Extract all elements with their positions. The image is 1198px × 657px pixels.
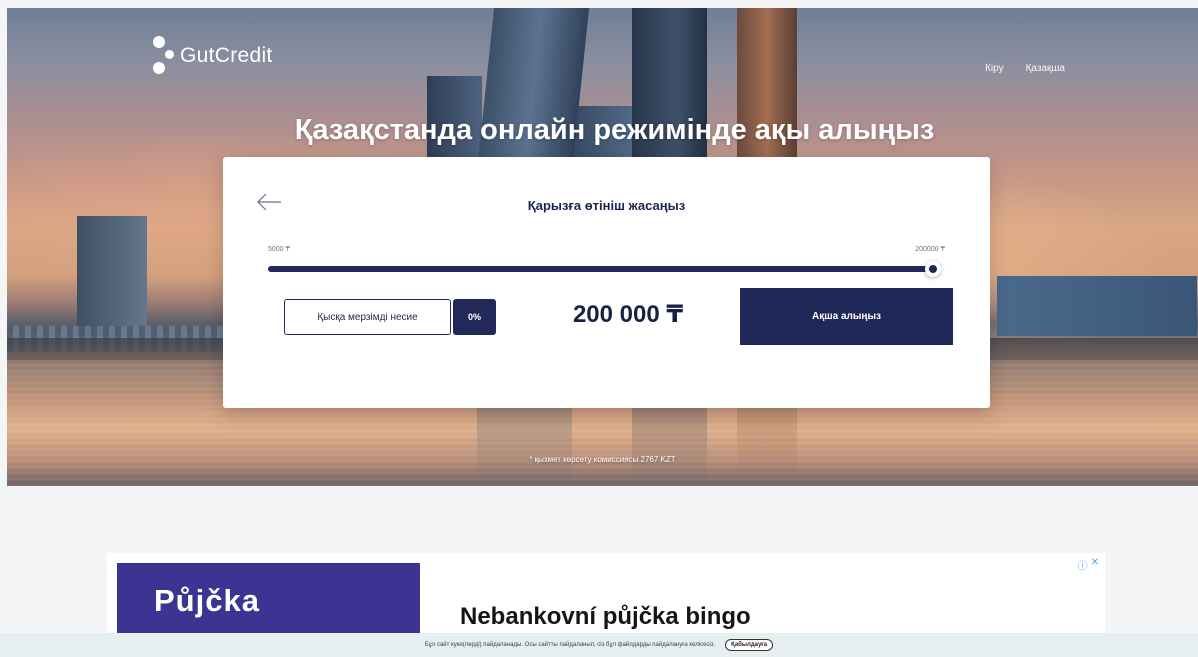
amount-slider-handle[interactable] [925, 261, 941, 277]
ad-headline[interactable]: Nebankovní půjčka bingo [460, 603, 751, 631]
commission-note: * қызмет көрсету комиссиясы 2767 KZT [529, 455, 676, 464]
hero-title: Қазақстанда онлайн режимінде ақы алыңыз [294, 114, 935, 146]
loan-type-button[interactable]: Қысқа мерзімді несие [284, 299, 451, 335]
building [77, 216, 147, 336]
cookie-text: Бұл сайт куки(лерді) пайдаланады. Осы са… [424, 642, 716, 648]
loan-application-card: Қарызға өтініш жасаңыз 5000 ₸ 200000 ₸ Қ… [223, 157, 990, 408]
info-icon[interactable]: ⓘ [1078, 557, 1088, 572]
cookie-bar: Бұл сайт куки(лерді) пайдаланады. Осы са… [0, 633, 1198, 657]
logo-dots-icon [148, 36, 174, 76]
amount-slider-track[interactable] [268, 266, 940, 272]
language-switch-link[interactable]: Қазақша [1026, 63, 1065, 74]
brand-name: GutCredit [180, 44, 273, 67]
ad-image-text: Půjčka [154, 583, 260, 618]
loan-amount: 200 000 ₸ [572, 301, 684, 328]
rate-badge: 0% [453, 299, 496, 335]
range-min-label: 5000 ₸ [268, 246, 290, 253]
login-link[interactable]: Кіру [985, 63, 1004, 74]
range-max-label: 200000 ₸ [915, 246, 945, 253]
cookie-accept-button[interactable]: Қабылдауға [725, 639, 774, 651]
brand-logo[interactable]: GutCredit [148, 36, 273, 76]
top-nav: Кіру Қазақша [985, 63, 1065, 74]
get-money-button[interactable]: Ақша алыңыз [740, 288, 953, 345]
building [997, 276, 1197, 336]
close-icon[interactable]: ✕ [1091, 557, 1099, 572]
ad-choices[interactable]: ⓘ ✕ [1078, 557, 1099, 572]
form-title: Қарызға өтініш жасаңыз [527, 198, 686, 213]
